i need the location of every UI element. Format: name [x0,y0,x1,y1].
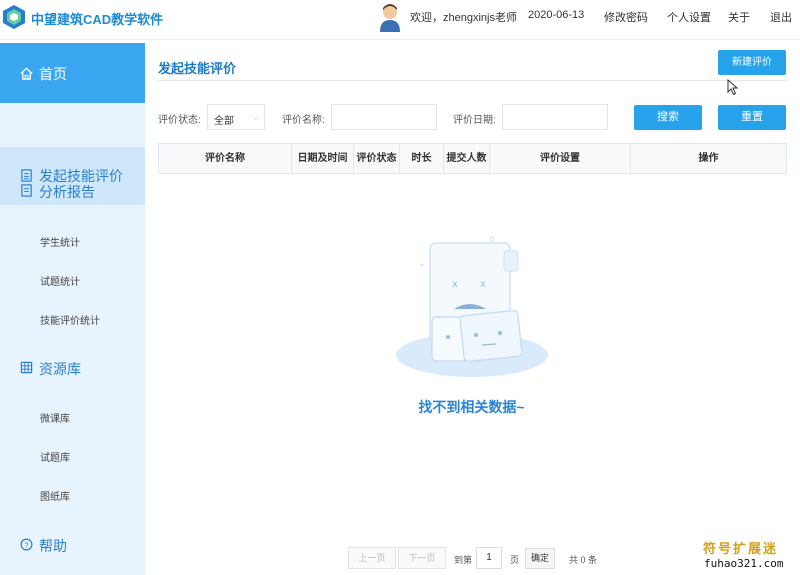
column-header-actions: 操作 [698,153,719,164]
sidebar-item-analysis-report[interactable]: 分析报告 [39,182,95,202]
greeting-text: 欢迎，zhengxinjs老师 [410,12,517,24]
sidebar-item-skill-eval-stats[interactable]: 技能评价统计 [40,312,100,327]
svg-text:?: ? [24,540,28,549]
sidebar-item-help[interactable]: 帮助 [39,536,67,556]
grid-icon [20,361,33,374]
column-header-datetime: 日期及时间 [292,144,354,173]
status-select-value: 全部 [214,116,234,127]
empty-data-illustration: x x [396,236,548,377]
column-header-duration: 时长 [400,144,444,173]
column-header-status: 评价状态 [354,144,400,173]
personal-settings-link[interactable]: 个人设置 [667,9,711,25]
date-filter-input[interactable] [502,104,608,130]
status-filter-label: 评价状态: [158,115,201,126]
goto-label: 到第 [454,555,473,565]
home-icon [20,67,33,80]
column-header-submit-count: 提交人数 [444,144,490,173]
prev-page-button[interactable]: 上一页 [348,547,396,569]
sidebar-item-label: 首页 [39,66,67,82]
help-icon: ? [20,538,33,551]
new-evaluation-button[interactable]: 新建评价 [718,50,786,75]
sidebar-item-question-bank[interactable]: 试题库 [40,449,70,464]
sidebar-item-resource-library[interactable]: 资源库 [39,359,81,379]
confirm-page-button[interactable]: 确定 [525,548,555,569]
empty-state-message: 找不到相关数据~ [418,399,525,415]
page-title: 发起技能评价 [158,61,237,76]
change-password-link[interactable]: 修改密码 [604,9,648,25]
table-header: 评价名称 日期及时间 评价状态 时长 提交人数 评价设置 操作 [158,143,787,174]
title-divider [158,80,786,81]
name-filter-input[interactable] [331,104,437,130]
svg-text:x: x [452,279,458,290]
report-icon [21,184,32,197]
reset-button[interactable]: 重置 [718,105,786,130]
logout-link[interactable]: 退出 [770,9,792,25]
watermark-text: 符号扩展迷 [703,541,779,556]
avatar [380,4,400,32]
sidebar-item-question-stats[interactable]: 试题统计 [40,273,80,288]
svg-text:x: x [480,279,486,290]
next-page-button[interactable]: 下一页 [398,547,446,569]
app-title: 中望建筑CAD教学软件 [31,12,164,27]
search-button[interactable]: 搜索 [634,105,702,130]
status-select[interactable]: 全部 ⌵ [207,104,265,130]
total-count: 共 0 条 [569,555,598,565]
document-icon [21,169,32,182]
sidebar-item-student-stats[interactable]: 学生统计 [40,234,80,249]
sidebar-item-home[interactable]: 首页 [0,43,145,103]
app-logo-icon [3,5,25,29]
sidebar: 首页 发起技能评价 分析报告 学生统计 试题统计 技能评价统计 资源库 微课库 … [0,43,145,575]
column-header-eval-settings: 评价设置 [490,144,631,173]
name-filter-label: 评价名称: [282,115,325,126]
top-header: 中望建筑CAD教学软件 欢迎，zhengxinjs老师 2020-06-13 修… [0,0,800,40]
about-link[interactable]: 关于 [728,9,750,25]
page-number-input[interactable]: 1 [476,547,502,569]
column-header-eval-name: 评价名称 [159,144,292,173]
header-date: 2020-06-13 [528,9,585,21]
page-unit-label: 页 [510,555,520,565]
sidebar-item-drawing-library[interactable]: 图纸库 [40,488,70,503]
watermark-url: fuhao321.com [704,557,784,570]
mouse-cursor-icon [727,79,739,96]
chevron-down-icon: ⌵ [252,113,259,122]
date-filter-label: 评价日期: [453,115,496,126]
